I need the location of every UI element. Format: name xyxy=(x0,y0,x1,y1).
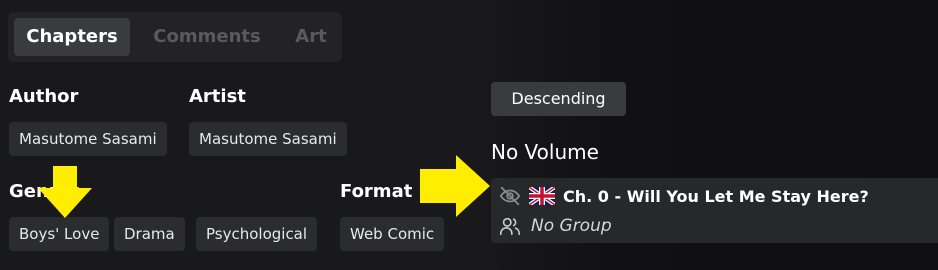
genre-chip-drama[interactable]: Drama xyxy=(114,217,185,251)
chapter-row[interactable]: Ch. 0 - Will You Let Me Stay Here? No Gr… xyxy=(491,178,938,243)
artist-chip[interactable]: Masutome Sasami xyxy=(189,122,347,156)
format-chip-web-comic[interactable]: Web Comic xyxy=(340,217,445,251)
author-heading: Author xyxy=(9,86,79,107)
tab-art[interactable]: Art xyxy=(286,18,336,56)
tab-chapters[interactable]: Chapters xyxy=(14,18,130,56)
chapter-title[interactable]: Ch. 0 - Will You Let Me Stay Here? xyxy=(563,187,869,206)
tab-comments[interactable]: Comments xyxy=(140,18,274,56)
format-heading: Format xyxy=(340,181,413,202)
author-chip[interactable]: Masutome Sasami xyxy=(9,122,167,156)
uk-flag-icon xyxy=(529,187,555,205)
arrow-down-icon xyxy=(38,166,92,218)
sort-order-button[interactable]: Descending xyxy=(491,82,626,116)
artist-heading: Artist xyxy=(189,86,246,107)
genre-chip-psychological[interactable]: Psychological xyxy=(196,217,318,251)
eye-off-icon[interactable] xyxy=(499,185,521,207)
content-tabs: Chapters Comments Art xyxy=(8,12,342,62)
arrow-right-icon xyxy=(420,155,490,217)
chapter-group[interactable]: No Group xyxy=(531,216,612,236)
volume-label: No Volume xyxy=(491,140,599,164)
genre-chip-boys-love[interactable]: Boys' Love xyxy=(9,217,110,251)
users-icon xyxy=(499,215,521,237)
